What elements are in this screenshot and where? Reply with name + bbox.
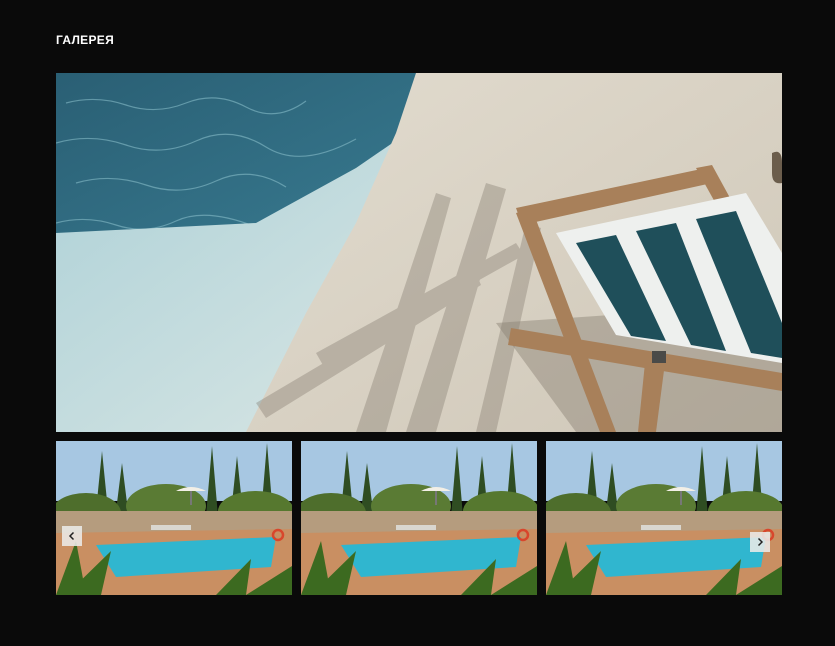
gallery-title: ГАЛЕРЕЯ [56, 33, 115, 47]
chevron-left-icon [68, 531, 75, 541]
next-button[interactable] [750, 532, 770, 552]
thumbnail-2[interactable] [301, 441, 537, 595]
thumbnail-strip [56, 441, 782, 595]
prev-button[interactable] [62, 526, 82, 546]
thumbnail-3[interactable] [546, 441, 782, 595]
chevron-right-icon [757, 537, 764, 547]
thumbnail-1[interactable] [56, 441, 292, 595]
main-gallery-image [56, 73, 782, 432]
